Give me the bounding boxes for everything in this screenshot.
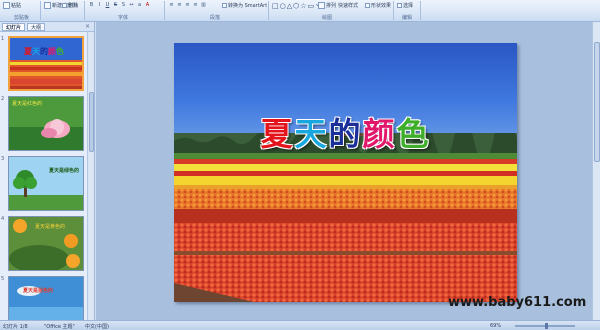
case-button[interactable]: a — [136, 2, 143, 9]
slide-thumbnail-5[interactable]: 夏天是蓝色的 — [8, 276, 84, 320]
justify-button[interactable]: ≡ — [192, 2, 199, 9]
thumbnail-number: 5 — [1, 276, 5, 282]
paste-icon — [3, 2, 10, 9]
thumbnail-number: 4 — [1, 216, 5, 222]
slide-thumbnail-3[interactable]: 夏天是绿色的 — [8, 156, 84, 211]
clipboard-group-label: 剪贴板 — [14, 15, 30, 21]
slide-thumbnail-pane: 幻灯片 大纲 × 1 夏天的颜色 2 夏天是红色的 3 夏天是绿色的 4 夏天是… — [0, 22, 95, 320]
ribbon-separator — [40, 1, 41, 20]
align-left-button[interactable]: ≡ — [168, 2, 175, 9]
smartart-button[interactable]: 转换为 SmartArt — [222, 2, 267, 9]
slide-thumbnail-4[interactable]: 夏天是黄色的 — [8, 216, 84, 271]
thumbnail-scrollbar[interactable] — [87, 32, 94, 320]
strikethrough-button[interactable]: S — [112, 2, 119, 9]
thumbnail-4-title: 夏天是黄色的 — [35, 224, 66, 230]
title-char: 色 — [396, 115, 431, 153]
close-icon[interactable]: × — [85, 23, 90, 30]
font-group-label: 字体 — [118, 15, 129, 21]
thumbnail-5-title: 夏天是蓝色的 — [23, 288, 54, 294]
editing-group-label: 编辑 — [402, 15, 413, 21]
select-button[interactable]: 选择 — [397, 2, 413, 9]
columns-button[interactable]: ▥ — [200, 2, 207, 9]
editor-scrollbar[interactable] — [592, 22, 600, 320]
paragraph-buttons: ≡ ≡ ≡ ≡ ▥ — [168, 2, 207, 9]
title-char: 天 — [294, 115, 329, 153]
new-slide-icon — [44, 2, 51, 9]
pane-tabs: 幻灯片 大纲 × — [0, 22, 94, 32]
scrollbar-handle[interactable] — [89, 92, 94, 152]
watermark-text: www.baby611.com — [448, 295, 587, 310]
thumbnail-number: 1 — [1, 36, 5, 42]
font-color-button[interactable]: A — [144, 2, 151, 9]
arrange-icon — [318, 2, 325, 9]
thumbnail-list: 1 夏天的颜色 2 夏天是红色的 3 夏天是绿色的 4 夏天是黄色的 5 夏天是… — [0, 32, 87, 320]
ribbon-separator — [84, 1, 85, 20]
title-char: 的 — [328, 115, 363, 153]
theme-name: "Office 主题" — [44, 324, 75, 330]
italic-button[interactable]: I — [96, 2, 103, 9]
slide-counter: 幻灯片 1/8 — [3, 324, 28, 330]
slide-thumbnail-2[interactable]: 夏天是红色的 — [8, 96, 84, 151]
arrange-button[interactable]: 排列 — [318, 2, 336, 9]
underline-button[interactable]: U — [104, 2, 111, 9]
ribbon-separator — [164, 1, 165, 20]
thumbnail-number: 2 — [1, 96, 5, 102]
current-slide[interactable]: 夏天的颜色 — [174, 43, 517, 302]
slide-title[interactable]: 夏天的颜色 — [258, 109, 433, 155]
tab-slides[interactable]: 幻灯片 — [2, 22, 26, 31]
align-center-button[interactable]: ≡ — [176, 2, 183, 9]
thumbnail-number: 3 — [1, 156, 5, 162]
shapes-gallery[interactable]: □○△⬡☆▭↘ — [272, 2, 322, 10]
paste-button[interactable]: 粘贴 — [3, 2, 21, 9]
shape-effects-button[interactable]: 形状效果 — [365, 2, 391, 9]
drawing-group-label: 绘图 — [322, 15, 333, 21]
thumbnail-2-title: 夏天是红色的 — [12, 101, 43, 107]
zoom-slider-knob[interactable] — [545, 323, 548, 329]
title-char: 颜 — [362, 115, 397, 153]
ribbon-separator — [393, 1, 394, 20]
ribbon: 粘贴 新建 幻灯片 删除 剪贴板 B I U S S ↔ a A 字体 ≡ ≡ … — [0, 0, 600, 22]
delete-button[interactable]: 删除 — [62, 2, 78, 9]
zoom-level: 69% — [490, 323, 502, 329]
status-bar: 幻灯片 1/8 "Office 主题" 中文(中国) 69% — [0, 320, 600, 330]
font-format-buttons: B I U S S ↔ a A — [88, 2, 151, 9]
shadow-button[interactable]: S — [120, 2, 127, 9]
scrollbar-handle[interactable] — [594, 42, 600, 162]
thumbnail-5-image — [9, 277, 83, 320]
tulip-field-image — [174, 133, 517, 302]
delete-icon — [62, 3, 67, 8]
smartart-icon — [222, 3, 227, 8]
ribbon-separator — [268, 1, 269, 20]
char-spacing-button[interactable]: ↔ — [128, 2, 135, 9]
select-icon — [397, 3, 402, 8]
ribbon-separator — [420, 1, 421, 20]
thumbnail-1-title: 夏天的颜色 — [24, 47, 64, 56]
bold-button[interactable]: B — [88, 2, 95, 9]
slide-thumbnail-1[interactable]: 夏天的颜色 — [8, 36, 84, 91]
thumbnail-3-title: 夏天是绿色的 — [49, 168, 80, 174]
title-char: 夏 — [260, 115, 295, 153]
thumbnail-3-image — [9, 157, 83, 210]
align-right-button[interactable]: ≡ — [184, 2, 191, 9]
tab-outline[interactable]: 大纲 — [27, 22, 46, 31]
paragraph-group-label: 段落 — [210, 15, 221, 21]
quick-styles-button[interactable]: 快速样式 — [338, 2, 358, 9]
shape-effects-icon — [365, 3, 370, 8]
language-indicator: 中文(中国) — [85, 324, 109, 330]
